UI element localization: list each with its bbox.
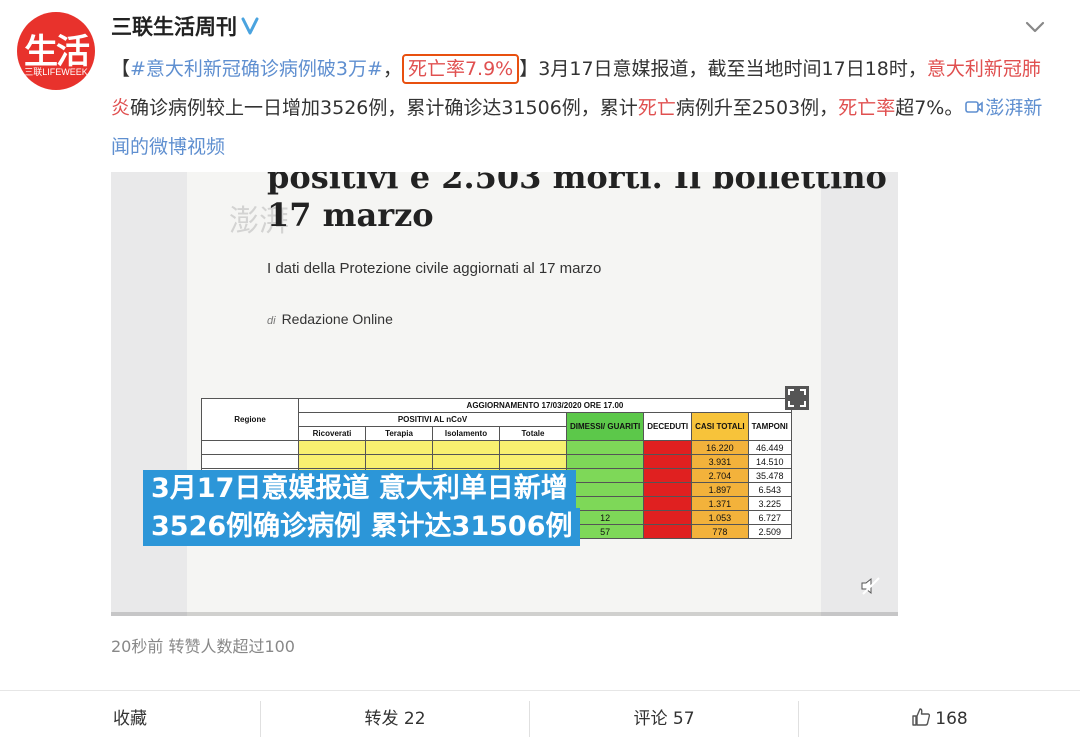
table-cell [565,482,645,497]
table-cell [643,510,693,525]
video-caption-line-2: 3526例确诊病例 累计达31506例 [143,508,581,546]
th-terapia: Terapia [365,426,433,441]
th-tamponi: TAMPONI [747,412,792,441]
mute-icon[interactable] [859,574,883,598]
repost-label: 转发 22 [364,709,426,729]
account-name[interactable]: 三联生活周刊 [111,11,259,41]
table-cell: 2.509 [747,524,792,539]
th-aggiornamento: AGGIORNAMENTO 17/03/2020 ORE 17.00 [298,398,792,413]
table-cell [298,454,366,469]
article-headline-1: positivi e 2.503 morti. Il bollettino de… [267,172,898,196]
th-casi: CASI TOTALI [691,412,749,441]
th-positivi: POSITIVI AL nCoV [298,412,567,427]
video-icon [965,101,984,113]
keyword-death-rate[interactable]: 死亡率 [838,97,895,119]
avatar-logo-subtext: 三联LIFEWEEK [24,67,88,77]
table-cell [201,440,299,455]
post-comma: ， [382,58,402,80]
video-caption-line-1: 3月17日意媒报道 意大利单日新增 [143,470,576,508]
death-rate-highlight: 死亡率7.9% [401,54,520,84]
th-regione: Regione [201,398,299,441]
table-cell: 16.220 [691,440,749,455]
table-cell [643,440,693,455]
table-cell: 35.478 [747,468,792,483]
table-cell [643,524,693,539]
post-text: 【#意大利新冠确诊病例破3万#， 死亡率7.9% 】3月17日意媒报道，截至当地时间… [111,50,1051,167]
thumbs-up-icon [912,708,931,726]
table-cell [643,482,693,497]
video-progress-bar[interactable] [111,612,898,616]
article-byline: di Redazione Online [267,311,393,327]
like-count: 168 [935,709,968,729]
article-headline-2: 17 marzo [267,196,434,234]
th-dimessi: DIMESSI/ GUARITI [565,412,645,441]
comment-button[interactable]: 评论 57 [530,691,798,753]
table-cell [565,454,645,469]
post-bracket-close: 】 [519,58,539,80]
table-cell: 3.225 [747,496,792,511]
post-meta: 20秒前 转赞人数超过100 [111,637,295,656]
table-cell [432,440,500,455]
table-cell [499,454,567,469]
like-button[interactable]: 168 [799,691,1080,753]
video-player[interactable]: 澎湃 positivi e 2.503 morti. Il bollettino… [111,172,898,616]
favorite-button[interactable]: 收藏 [0,691,260,753]
hashtag-link[interactable]: #意大利新冠确诊病例破3万# [130,58,383,80]
repost-button[interactable]: 转发 22 [261,691,529,753]
account-name-label: 三联生活周刊 [111,15,237,39]
post-text-4: 超7%。 [895,97,964,119]
table-cell [643,468,693,483]
table-cell: 6.727 [747,510,792,525]
table-cell [565,468,645,483]
comment-label: 评论 57 [633,709,695,729]
article-subtitle: I dati della Protezione civile aggiornat… [267,260,602,277]
table-cell: 14.510 [747,454,792,469]
post-text-1: 3月17日意媒报道，截至当地时间17日18时， [538,58,927,80]
table-cell: 1.053 [691,510,749,525]
table-cell: 2.704 [691,468,749,483]
table-cell [365,454,433,469]
post-text-3: 病例升至2503例， [675,97,839,119]
keyword-death[interactable]: 死亡 [638,97,676,119]
table-row: 16.220 46.449 [201,440,792,455]
table-cell: 1.897 [691,482,749,497]
table-cell [201,454,299,469]
th-totale: Totale [499,426,567,441]
chevron-down-icon[interactable] [1024,16,1046,38]
table-cell [298,440,366,455]
table-cell: 778 [691,524,749,539]
th-deceduti: DECEDUTI [643,412,693,441]
table-cell [643,496,693,511]
post-text-2: 确诊病例较上一日增加3526例，累计确诊达31506例，累计 [130,97,638,119]
byline-author: Redazione Online [281,311,393,327]
verified-icon [241,17,259,35]
action-bar: 收藏 转发 22 评论 57 168 [0,690,1080,753]
table-row: 3.931 14.510 [201,454,792,469]
favorite-label: 收藏 [113,709,147,729]
expand-icon[interactable] [785,386,809,410]
byline-prefix: di [267,315,276,327]
table-cell: 3.931 [691,454,749,469]
article-page: 澎湃 positivi e 2.503 morti. Il bollettino… [187,172,898,616]
table-cell: 1.371 [691,496,749,511]
table-cell: 6.543 [747,482,792,497]
avatar[interactable]: 生活 三联LIFEWEEK [17,12,95,90]
table-cell: 46.449 [747,440,792,455]
table-cell [565,440,645,455]
table-cell [432,454,500,469]
th-isolamento: Isolamento [432,426,500,441]
table-cell [499,440,567,455]
th-ricoverati: Ricoverati [298,426,366,441]
table-cell [643,454,693,469]
post-bracket-open: 【 [111,58,131,80]
table-cell [365,440,433,455]
